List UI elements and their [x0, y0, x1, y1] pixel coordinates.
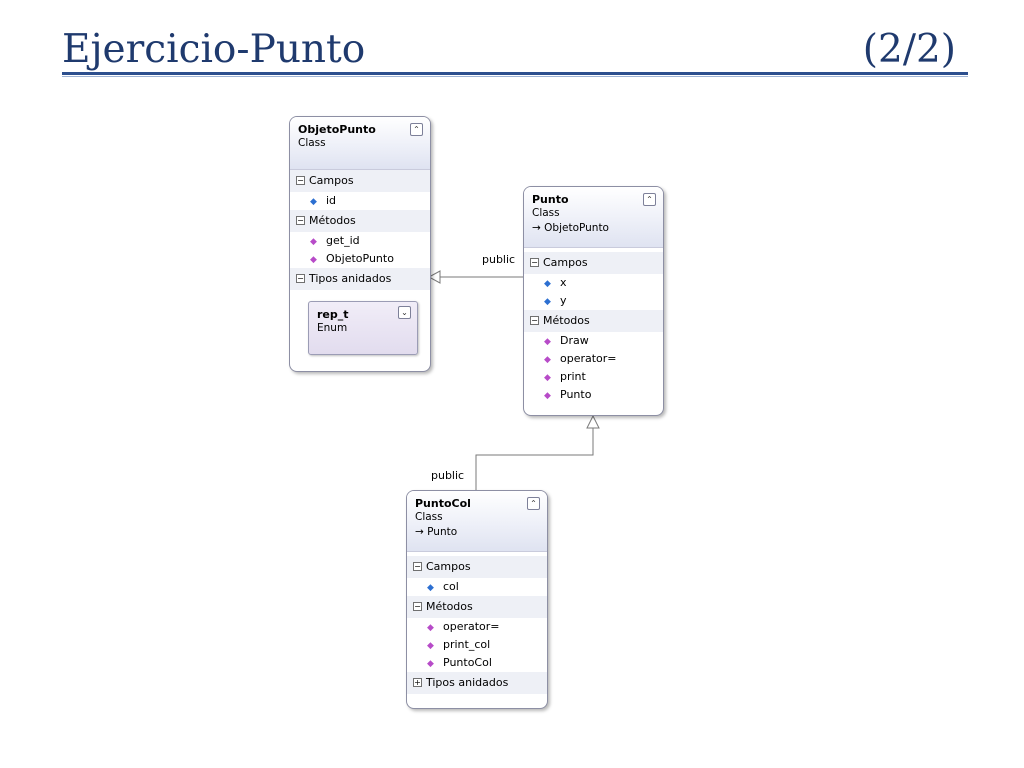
method-item[interactable]: ◆ operator= — [524, 350, 663, 368]
enum-name: rep_t — [317, 308, 349, 321]
collapse-minus-icon[interactable]: − — [296, 274, 305, 283]
connector-label-public: public — [482, 253, 516, 266]
method-item[interactable]: ◆ print — [524, 368, 663, 386]
field-icon: ◆ — [544, 297, 551, 307]
method-item[interactable]: ◆ get_id — [290, 232, 430, 250]
inheritance-arrowhead — [586, 414, 600, 429]
field-item[interactable]: ◆ col — [407, 578, 547, 596]
collapse-icon[interactable]: ⌃ — [410, 123, 423, 136]
class-base: → ObjetoPunto — [532, 222, 609, 234]
inherits-arrow-icon: → — [532, 222, 545, 234]
collapse-icon[interactable]: ⌃ — [643, 193, 656, 206]
section-campos[interactable]: − Campos — [290, 170, 430, 192]
class-name: Punto — [532, 193, 569, 206]
class-header: PuntoCol Class → Punto ⌃ — [407, 491, 547, 552]
field-item[interactable]: ◆ x — [524, 274, 663, 292]
method-icon: ◆ — [427, 641, 434, 651]
method-icon: ◆ — [544, 355, 551, 365]
class-base: → Punto — [415, 526, 458, 538]
collapse-icon[interactable]: ⌃ — [527, 497, 540, 510]
section-metodos[interactable]: − Métodos — [524, 310, 663, 332]
field-item[interactable]: ◆ y — [524, 292, 663, 310]
class-header: ObjetoPunto Class ⌃ — [290, 117, 430, 170]
collapse-minus-icon[interactable]: − — [413, 602, 422, 611]
collapse-minus-icon[interactable]: − — [296, 216, 305, 225]
method-icon: ◆ — [427, 623, 434, 633]
method-item[interactable]: ◆ PuntoCol — [407, 654, 547, 672]
section-campos[interactable]: − Campos — [407, 556, 547, 578]
field-item[interactable]: ◆ id — [290, 192, 430, 210]
collapse-minus-icon[interactable]: − — [530, 316, 539, 325]
section-metodos[interactable]: − Métodos — [290, 210, 430, 232]
class-name: ObjetoPunto — [298, 123, 376, 136]
section-tipos-anidados[interactable]: − Tipos anidados — [290, 268, 430, 290]
expand-icon[interactable]: ⌄ — [398, 306, 411, 319]
class-name: PuntoCol — [415, 497, 471, 510]
class-kind: Class — [415, 511, 443, 523]
method-item[interactable]: ◆ Punto — [524, 386, 663, 404]
collapse-minus-icon[interactable]: − — [530, 258, 539, 267]
protected-field-icon: ◆ — [310, 197, 317, 207]
method-icon: ◆ — [544, 373, 551, 383]
method-item[interactable]: ◆ operator= — [407, 618, 547, 636]
connector-label-public: public — [431, 469, 465, 482]
method-icon: ◆ — [427, 659, 434, 669]
class-box-puntocol[interactable]: PuntoCol Class → Punto ⌃ − Campos ◆ col − M… — [406, 490, 548, 709]
section-campos[interactable]: − Campos — [524, 252, 663, 274]
class-header: Punto Class → ObjetoPunto ⌃ — [524, 187, 663, 248]
section-metodos[interactable]: − Métodos — [407, 596, 547, 618]
class-box-objetopunto[interactable]: ObjetoPunto Class ⌃ − Campos ◆ id − Métodos… — [289, 116, 431, 372]
enum-kind: Enum — [317, 322, 348, 334]
class-box-punto[interactable]: Punto Class → ObjetoPunto ⌃ − Campos ◆ x ◆… — [523, 186, 664, 416]
collapse-minus-icon[interactable]: − — [296, 176, 305, 185]
section-tipos-anidados[interactable]: + Tipos anidados — [407, 672, 547, 694]
field-icon: ◆ — [427, 583, 434, 593]
expand-plus-icon[interactable]: + — [413, 678, 422, 687]
method-icon: ◆ — [544, 391, 551, 401]
inherits-arrow-icon: → — [415, 526, 428, 538]
protected-method-icon: ◆ — [310, 255, 317, 265]
nested-enum-box[interactable]: rep_t Enum ⌄ — [308, 301, 418, 355]
method-item[interactable]: ◆ Draw — [524, 332, 663, 350]
class-kind: Class — [298, 137, 326, 149]
class-kind: Class — [532, 207, 560, 219]
method-icon: ◆ — [544, 337, 551, 347]
field-icon: ◆ — [544, 279, 551, 289]
method-item[interactable]: ◆ ObjetoPunto — [290, 250, 430, 268]
method-icon: ◆ — [310, 237, 317, 247]
method-item[interactable]: ◆ print_col — [407, 636, 547, 654]
collapse-minus-icon[interactable]: − — [413, 562, 422, 571]
connector-puntocol-punto — [475, 428, 594, 490]
